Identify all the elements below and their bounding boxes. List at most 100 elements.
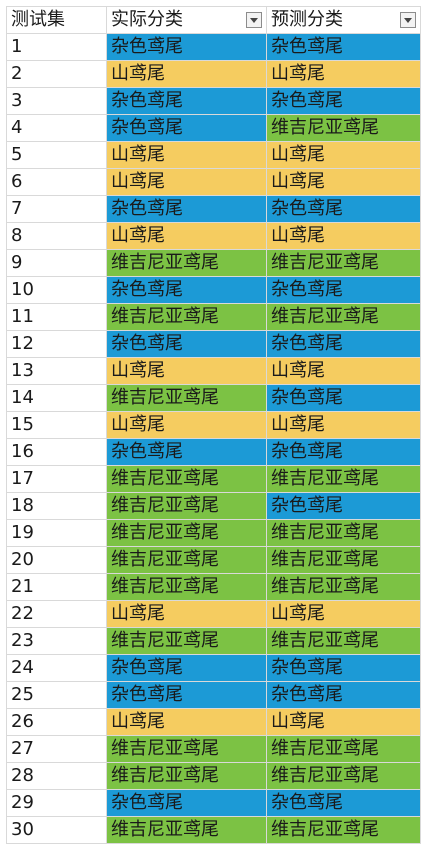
cell-actual-class[interactable]: 杂色鸢尾	[106, 789, 267, 817]
cell-actual-class[interactable]: 维吉尼亚鸢尾	[106, 519, 267, 547]
cell-test-id[interactable]: 23	[6, 627, 107, 655]
cell-actual-class[interactable]: 山鸢尾	[106, 708, 267, 736]
cell-actual-class[interactable]: 山鸢尾	[106, 600, 267, 628]
cell-test-id[interactable]: 27	[6, 735, 107, 763]
cell-actual-class[interactable]: 维吉尼亚鸢尾	[106, 249, 267, 277]
cell-test-id[interactable]: 1	[6, 33, 107, 61]
cell-test-id[interactable]: 24	[6, 654, 107, 682]
cell-test-id[interactable]: 3	[6, 87, 107, 115]
cell-predicted-class[interactable]: 山鸢尾	[266, 222, 421, 250]
cell-predicted-class[interactable]: 杂色鸢尾	[266, 654, 421, 682]
cell-predicted-class[interactable]: 杂色鸢尾	[266, 438, 421, 466]
cell-actual-class[interactable]: 山鸢尾	[106, 411, 267, 439]
cell-test-id[interactable]: 7	[6, 195, 107, 223]
cell-predicted-class[interactable]: 杂色鸢尾	[266, 33, 421, 61]
cell-predicted-class[interactable]: 杂色鸢尾	[266, 330, 421, 358]
filter-dropdown-icon[interactable]	[400, 12, 416, 28]
cell-test-id[interactable]: 10	[6, 276, 107, 304]
cell-predicted-class[interactable]: 山鸢尾	[266, 60, 421, 88]
cell-predicted-class[interactable]: 维吉尼亚鸢尾	[266, 249, 421, 277]
cell-predicted-class[interactable]: 杂色鸢尾	[266, 384, 421, 412]
cell-actual-class[interactable]: 杂色鸢尾	[106, 114, 267, 142]
cell-predicted-class[interactable]: 山鸢尾	[266, 141, 421, 169]
cell-actual-class[interactable]: 杂色鸢尾	[106, 654, 267, 682]
cell-actual-class[interactable]: 维吉尼亚鸢尾	[106, 573, 267, 601]
cell-actual-class[interactable]: 维吉尼亚鸢尾	[106, 546, 267, 574]
cell-actual-class[interactable]: 维吉尼亚鸢尾	[106, 465, 267, 493]
cell-predicted-class[interactable]: 山鸢尾	[266, 600, 421, 628]
cell-predicted-class[interactable]: 山鸢尾	[266, 411, 421, 439]
cell-actual-class[interactable]: 维吉尼亚鸢尾	[106, 735, 267, 763]
cell-predicted-class[interactable]: 维吉尼亚鸢尾	[266, 519, 421, 547]
cell-predicted-class[interactable]: 维吉尼亚鸢尾	[266, 762, 421, 790]
cell-actual-class[interactable]: 维吉尼亚鸢尾	[106, 384, 267, 412]
table-row: 22 山鸢尾 山鸢尾	[6, 600, 421, 628]
cell-predicted-class[interactable]: 山鸢尾	[266, 168, 421, 196]
cell-actual-class[interactable]: 维吉尼亚鸢尾	[106, 627, 267, 655]
cell-test-id[interactable]: 11	[6, 303, 107, 331]
cell-actual-class[interactable]: 杂色鸢尾	[106, 276, 267, 304]
cell-actual-class[interactable]: 杂色鸢尾	[106, 681, 267, 709]
cell-test-id[interactable]: 19	[6, 519, 107, 547]
cell-actual-class[interactable]: 杂色鸢尾	[106, 33, 267, 61]
cell-predicted-class[interactable]: 杂色鸢尾	[266, 492, 421, 520]
header-actual[interactable]: 实际分类	[106, 6, 267, 34]
cell-test-id[interactable]: 4	[6, 114, 107, 142]
cell-test-id[interactable]: 22	[6, 600, 107, 628]
cell-test-id[interactable]: 13	[6, 357, 107, 385]
table-row: 14 维吉尼亚鸢尾 杂色鸢尾	[6, 384, 421, 412]
cell-test-id[interactable]: 28	[6, 762, 107, 790]
cell-predicted-class[interactable]: 维吉尼亚鸢尾	[266, 627, 421, 655]
cell-actual-class[interactable]: 山鸢尾	[106, 141, 267, 169]
table-row: 16 杂色鸢尾 杂色鸢尾	[6, 438, 421, 466]
cell-actual-class[interactable]: 山鸢尾	[106, 222, 267, 250]
cell-test-id[interactable]: 12	[6, 330, 107, 358]
cell-predicted-class[interactable]: 维吉尼亚鸢尾	[266, 816, 421, 844]
cell-actual-class[interactable]: 维吉尼亚鸢尾	[106, 816, 267, 844]
cell-test-id[interactable]: 8	[6, 222, 107, 250]
cell-test-id[interactable]: 21	[6, 573, 107, 601]
table-row: 30 维吉尼亚鸢尾 维吉尼亚鸢尾	[6, 816, 421, 844]
cell-actual-class[interactable]: 山鸢尾	[106, 60, 267, 88]
cell-test-id[interactable]: 25	[6, 681, 107, 709]
filter-dropdown-icon[interactable]	[246, 12, 262, 28]
cell-test-id[interactable]: 6	[6, 168, 107, 196]
cell-predicted-class[interactable]: 维吉尼亚鸢尾	[266, 303, 421, 331]
cell-test-id[interactable]: 9	[6, 249, 107, 277]
cell-predicted-class[interactable]: 维吉尼亚鸢尾	[266, 114, 421, 142]
cell-actual-class[interactable]: 维吉尼亚鸢尾	[106, 492, 267, 520]
cell-actual-class[interactable]: 山鸢尾	[106, 357, 267, 385]
cell-predicted-class[interactable]: 杂色鸢尾	[266, 195, 421, 223]
header-predicted[interactable]: 预测分类	[266, 6, 421, 34]
cell-predicted-class[interactable]: 山鸢尾	[266, 357, 421, 385]
cell-predicted-class[interactable]: 维吉尼亚鸢尾	[266, 465, 421, 493]
cell-actual-class[interactable]: 杂色鸢尾	[106, 87, 267, 115]
table-row: 20 维吉尼亚鸢尾 维吉尼亚鸢尾	[6, 546, 421, 574]
cell-test-id[interactable]: 2	[6, 60, 107, 88]
cell-predicted-class[interactable]: 山鸢尾	[266, 708, 421, 736]
cell-test-id[interactable]: 30	[6, 816, 107, 844]
cell-actual-class[interactable]: 维吉尼亚鸢尾	[106, 303, 267, 331]
cell-actual-class[interactable]: 杂色鸢尾	[106, 438, 267, 466]
cell-test-id[interactable]: 17	[6, 465, 107, 493]
cell-test-id[interactable]: 26	[6, 708, 107, 736]
cell-predicted-class[interactable]: 杂色鸢尾	[266, 276, 421, 304]
cell-predicted-class[interactable]: 杂色鸢尾	[266, 681, 421, 709]
cell-actual-class[interactable]: 山鸢尾	[106, 168, 267, 196]
cell-predicted-class[interactable]: 维吉尼亚鸢尾	[266, 735, 421, 763]
cell-actual-class[interactable]: 杂色鸢尾	[106, 330, 267, 358]
cell-test-id[interactable]: 29	[6, 789, 107, 817]
cell-test-id[interactable]: 15	[6, 411, 107, 439]
cell-predicted-class[interactable]: 维吉尼亚鸢尾	[266, 546, 421, 574]
cell-test-id[interactable]: 18	[6, 492, 107, 520]
cell-test-id[interactable]: 20	[6, 546, 107, 574]
cell-predicted-class[interactable]: 杂色鸢尾	[266, 789, 421, 817]
cell-predicted-class[interactable]: 杂色鸢尾	[266, 87, 421, 115]
cell-test-id[interactable]: 5	[6, 141, 107, 169]
cell-test-id[interactable]: 14	[6, 384, 107, 412]
cell-predicted-class[interactable]: 维吉尼亚鸢尾	[266, 573, 421, 601]
cell-test-id[interactable]: 16	[6, 438, 107, 466]
cell-actual-class[interactable]: 维吉尼亚鸢尾	[106, 762, 267, 790]
header-test-set[interactable]: 测试集	[6, 6, 107, 34]
cell-actual-class[interactable]: 杂色鸢尾	[106, 195, 267, 223]
